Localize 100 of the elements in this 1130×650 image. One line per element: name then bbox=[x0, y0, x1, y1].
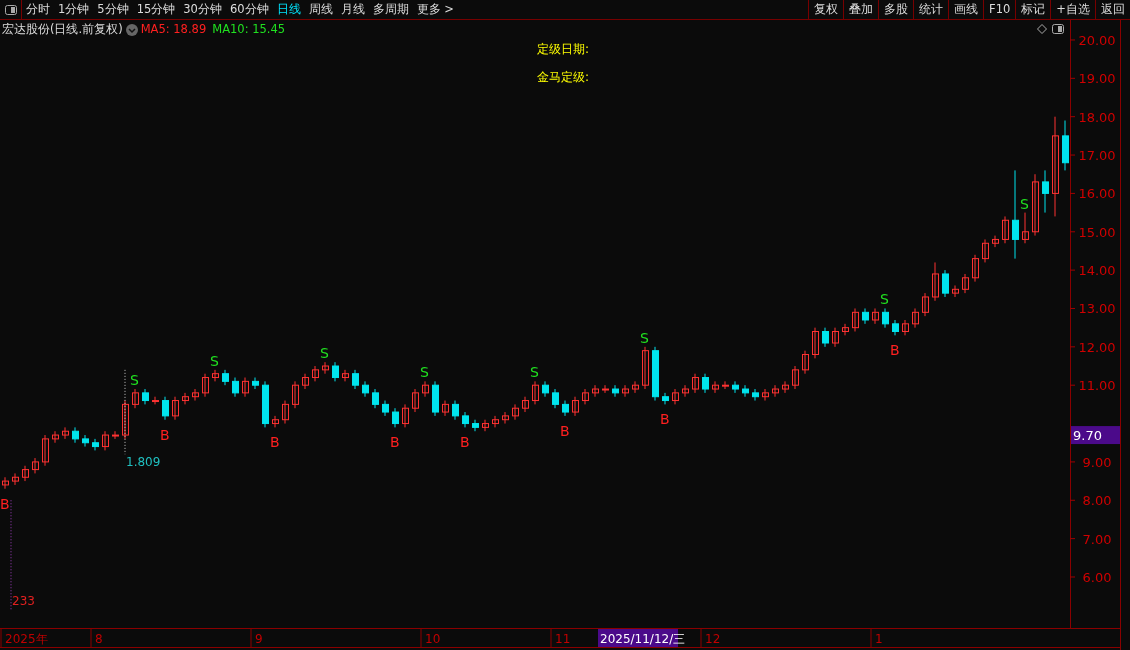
candlestick bbox=[72, 426, 79, 444]
period-tab[interactable]: 日线 bbox=[272, 0, 305, 19]
dropdown-icon[interactable] bbox=[125, 23, 138, 36]
price-tick-label: 9.00 bbox=[1082, 454, 1112, 470]
candlestick bbox=[702, 373, 709, 394]
candlestick bbox=[662, 392, 669, 405]
candlestick bbox=[802, 350, 809, 375]
candlestick bbox=[462, 411, 469, 428]
moving-average-label: MA10: 15.45 bbox=[212, 21, 286, 38]
candlestick bbox=[752, 388, 759, 402]
indicator-label: 金马定级: bbox=[537, 69, 590, 86]
candlestick bbox=[1062, 120, 1069, 171]
candlestick bbox=[272, 415, 279, 428]
candlestick bbox=[762, 388, 769, 402]
candlestick bbox=[562, 400, 569, 417]
toolbar-button[interactable]: F10 bbox=[983, 0, 1016, 19]
candlestick bbox=[322, 361, 329, 375]
indicator-label: 定级日期: bbox=[537, 41, 590, 58]
candlestick bbox=[932, 261, 939, 302]
buy-signal: B bbox=[0, 495, 10, 512]
buy-signal: B bbox=[560, 422, 570, 439]
candlestick bbox=[82, 434, 89, 448]
date-axis-label: 2025年 bbox=[5, 632, 48, 646]
candlestick bbox=[252, 377, 259, 390]
candlestick bbox=[652, 346, 659, 402]
price-tick-label: 12.00 bbox=[1078, 339, 1116, 355]
price-tag: 9.70 bbox=[1071, 426, 1120, 445]
moving-average-label: MA5: 18.89 bbox=[140, 21, 207, 38]
candlestick bbox=[922, 292, 929, 317]
price-tick-label: 19.00 bbox=[1078, 71, 1116, 87]
candlestick bbox=[512, 403, 519, 421]
buy-signal: B bbox=[160, 426, 170, 443]
period-tab[interactable]: 1分钟 bbox=[54, 0, 94, 19]
candlestick bbox=[772, 384, 779, 398]
date-axis-label: 1 bbox=[875, 632, 883, 646]
candlestick bbox=[532, 380, 539, 405]
diamond-icon[interactable] bbox=[1037, 24, 1047, 34]
toolbar-button[interactable]: 统计 bbox=[913, 0, 949, 19]
price-tick-label: 20.00 bbox=[1078, 33, 1116, 48]
period-tab[interactable]: 更多 > bbox=[412, 0, 458, 19]
price-tick-label: 6.00 bbox=[1082, 570, 1112, 585]
candlestick bbox=[12, 472, 19, 486]
period-tab[interactable]: 15分钟 bbox=[132, 0, 180, 19]
candlestick bbox=[692, 373, 699, 394]
candlestick bbox=[822, 327, 829, 348]
price-tick-label: 18.00 bbox=[1078, 109, 1116, 125]
candlestick bbox=[722, 380, 729, 390]
sell-signal: S bbox=[1020, 195, 1029, 212]
candlestick bbox=[422, 380, 429, 398]
price-tick-label: 15.00 bbox=[1078, 224, 1116, 240]
period-tab[interactable]: 60分钟 bbox=[225, 0, 273, 19]
candlestick bbox=[382, 400, 389, 417]
panel-toggle-icon[interactable] bbox=[4, 4, 17, 15]
price-tick-label: 8.00 bbox=[1082, 493, 1112, 509]
candlestick bbox=[32, 457, 39, 474]
candlestick bbox=[2, 476, 9, 490]
candlestick bbox=[432, 380, 439, 417]
toolbar-button[interactable]: 叠加 bbox=[843, 0, 879, 19]
candlestick bbox=[402, 403, 409, 428]
candlestick bbox=[1022, 212, 1029, 244]
toolbar-button[interactable]: 复权 bbox=[808, 0, 844, 19]
toolbar-button[interactable]: 画线 bbox=[948, 0, 984, 19]
candlestick bbox=[982, 238, 989, 263]
candlestick bbox=[792, 365, 799, 390]
buy-signal: B bbox=[270, 434, 280, 451]
buy-signal: B bbox=[460, 434, 470, 451]
period-tab[interactable]: 5分钟 bbox=[93, 0, 133, 19]
period-tab[interactable]: 多周期 bbox=[368, 0, 413, 19]
toolbar-button[interactable]: 标记 bbox=[1015, 0, 1051, 19]
period-tab[interactable]: 周线 bbox=[304, 0, 337, 19]
candlestick bbox=[262, 380, 269, 428]
candlestick bbox=[412, 388, 419, 413]
toolbar-button[interactable]: 返回 bbox=[1095, 0, 1130, 19]
candlestick bbox=[102, 430, 109, 451]
candlestick bbox=[712, 380, 719, 394]
candlestick bbox=[552, 388, 559, 409]
candlestick bbox=[342, 369, 349, 382]
candlestick bbox=[522, 396, 529, 413]
toolbar-button[interactable]: 多股 bbox=[878, 0, 914, 19]
candlestick bbox=[312, 365, 319, 382]
date-axis-label: 10 bbox=[425, 632, 441, 646]
candlestick bbox=[742, 384, 749, 398]
sell-signal: S bbox=[320, 345, 329, 362]
period-tab[interactable]: 30分钟 bbox=[179, 0, 226, 19]
candlestick bbox=[732, 380, 739, 394]
date-axis-label: 9 bbox=[255, 632, 263, 646]
period-tab[interactable]: 分时 bbox=[22, 0, 54, 19]
candlestick bbox=[122, 400, 129, 440]
toolbar-button[interactable]: +自选 bbox=[1050, 0, 1095, 19]
candlestick bbox=[482, 419, 489, 432]
candlestick bbox=[162, 396, 169, 421]
candlestick bbox=[872, 308, 879, 325]
count-annotation: 233 bbox=[12, 594, 35, 608]
candlestick bbox=[52, 430, 59, 444]
panel-toggle-icon[interactable] bbox=[1052, 24, 1064, 34]
candlestick bbox=[92, 438, 99, 451]
candlestick bbox=[202, 373, 209, 398]
candlestick bbox=[442, 400, 449, 417]
period-tab[interactable]: 月线 bbox=[336, 0, 369, 19]
candlestick bbox=[152, 396, 159, 405]
